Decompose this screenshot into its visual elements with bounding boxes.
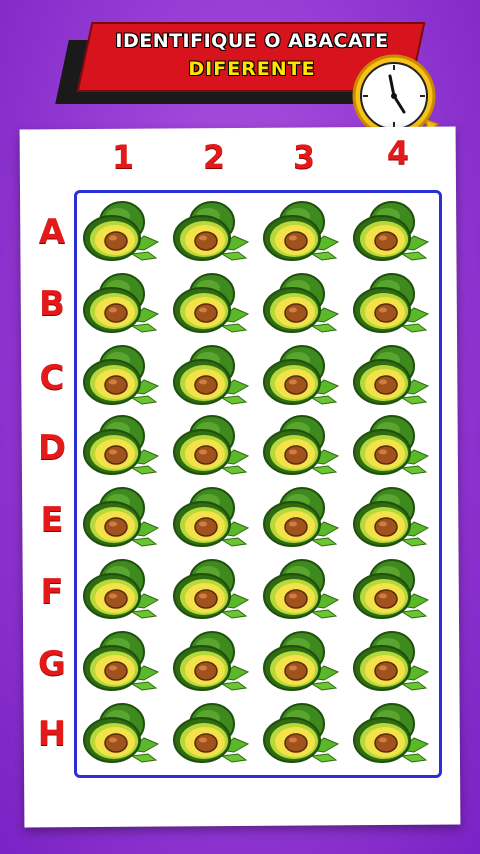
avocado-icon: [78, 626, 162, 696]
avocado-icon: [348, 410, 432, 480]
avocado-icon: [78, 410, 162, 480]
row-label-a: A: [38, 212, 66, 252]
avocado-cell-d4[interactable]: [348, 410, 432, 480]
avocado-cell-a2[interactable]: [168, 196, 252, 266]
avocado-icon: [168, 268, 252, 338]
avocado-icon: [348, 268, 432, 338]
column-label-1: 1: [111, 138, 135, 176]
avocado-icon: [78, 196, 162, 266]
avocado-cell-h3[interactable]: [258, 698, 342, 768]
avocado-cell-e2[interactable]: [168, 482, 252, 552]
avocado-icon: [258, 268, 342, 338]
row-label-c: C: [39, 358, 65, 398]
avocado-icon: [348, 554, 432, 624]
avocado-icon: [78, 268, 162, 338]
avocado-cell-c4[interactable]: [348, 340, 432, 410]
avocado-icon: [258, 340, 342, 410]
avocado-cell-g3[interactable]: [258, 626, 342, 696]
avocado-cell-e1[interactable]: [78, 482, 162, 552]
avocado-cell-f1[interactable]: [78, 554, 162, 624]
avocado-cell-f4[interactable]: [348, 554, 432, 624]
avocado-icon: [348, 626, 432, 696]
avocado-cell-b2[interactable]: [168, 268, 252, 338]
avocado-cell-g1[interactable]: [78, 626, 162, 696]
avocado-icon: [348, 196, 432, 266]
row-label-e: E: [40, 500, 64, 540]
avocado-icon: [78, 698, 162, 768]
avocado-cell-e4[interactable]: [348, 482, 432, 552]
avocado-cell-g2[interactable]: [168, 626, 252, 696]
avocado-cell-d2[interactable]: [168, 410, 252, 480]
avocado-cell-d1[interactable]: [78, 410, 162, 480]
avocado-cell-d3[interactable]: [258, 410, 342, 480]
row-label-h: H: [37, 714, 67, 754]
avocado-icon: [348, 698, 432, 768]
avocado-icon: [258, 698, 342, 768]
avocado-icon: [258, 626, 342, 696]
avocado-icon: [78, 482, 162, 552]
avocado-cell-f3[interactable]: [258, 554, 342, 624]
avocado-cell-h4[interactable]: [348, 698, 432, 768]
avocado-cell-a3[interactable]: [258, 196, 342, 266]
avocado-icon: [348, 482, 432, 552]
avocado-cell-a4[interactable]: [348, 196, 432, 266]
avocado-icon: [168, 554, 252, 624]
avocado-cell-c1[interactable]: [78, 340, 162, 410]
avocado-icon: [168, 698, 252, 768]
column-label-2: 2: [202, 138, 226, 176]
avocado-cell-f2[interactable]: [168, 554, 252, 624]
avocado-cell-b1[interactable]: [78, 268, 162, 338]
avocado-icon: [78, 340, 162, 410]
avocado-icon: [168, 410, 252, 480]
avocado-icon: [168, 196, 252, 266]
avocado-cell-h2[interactable]: [168, 698, 252, 768]
row-label-g: G: [38, 644, 66, 684]
avocado-cell-a1[interactable]: [78, 196, 162, 266]
avocado-cell-b4[interactable]: [348, 268, 432, 338]
avocado-icon: [168, 340, 252, 410]
avocado-cell-b3[interactable]: [258, 268, 342, 338]
avocado-cell-e3[interactable]: [258, 482, 342, 552]
avocado-cell-c2[interactable]: [168, 340, 252, 410]
row-label-d: D: [37, 428, 67, 468]
avocado-icon: [258, 482, 342, 552]
title-line-1: IDENTIFIQUE O ABACATE: [115, 30, 389, 52]
avocado-icon: [258, 196, 342, 266]
avocado-icon: [168, 482, 252, 552]
row-label-b: B: [39, 284, 65, 324]
avocado-cell-c3[interactable]: [258, 340, 342, 410]
avocado-icon: [258, 410, 342, 480]
avocado-icon: [78, 554, 162, 624]
avocado-icon: [348, 340, 432, 410]
avocado-icon: [168, 626, 252, 696]
column-label-4: 4: [386, 134, 410, 172]
avocado-cell-h1[interactable]: [78, 698, 162, 768]
row-label-f: F: [40, 572, 64, 612]
avocado-cell-g4[interactable]: [348, 626, 432, 696]
column-label-3: 3: [292, 138, 316, 176]
avocado-icon: [258, 554, 342, 624]
